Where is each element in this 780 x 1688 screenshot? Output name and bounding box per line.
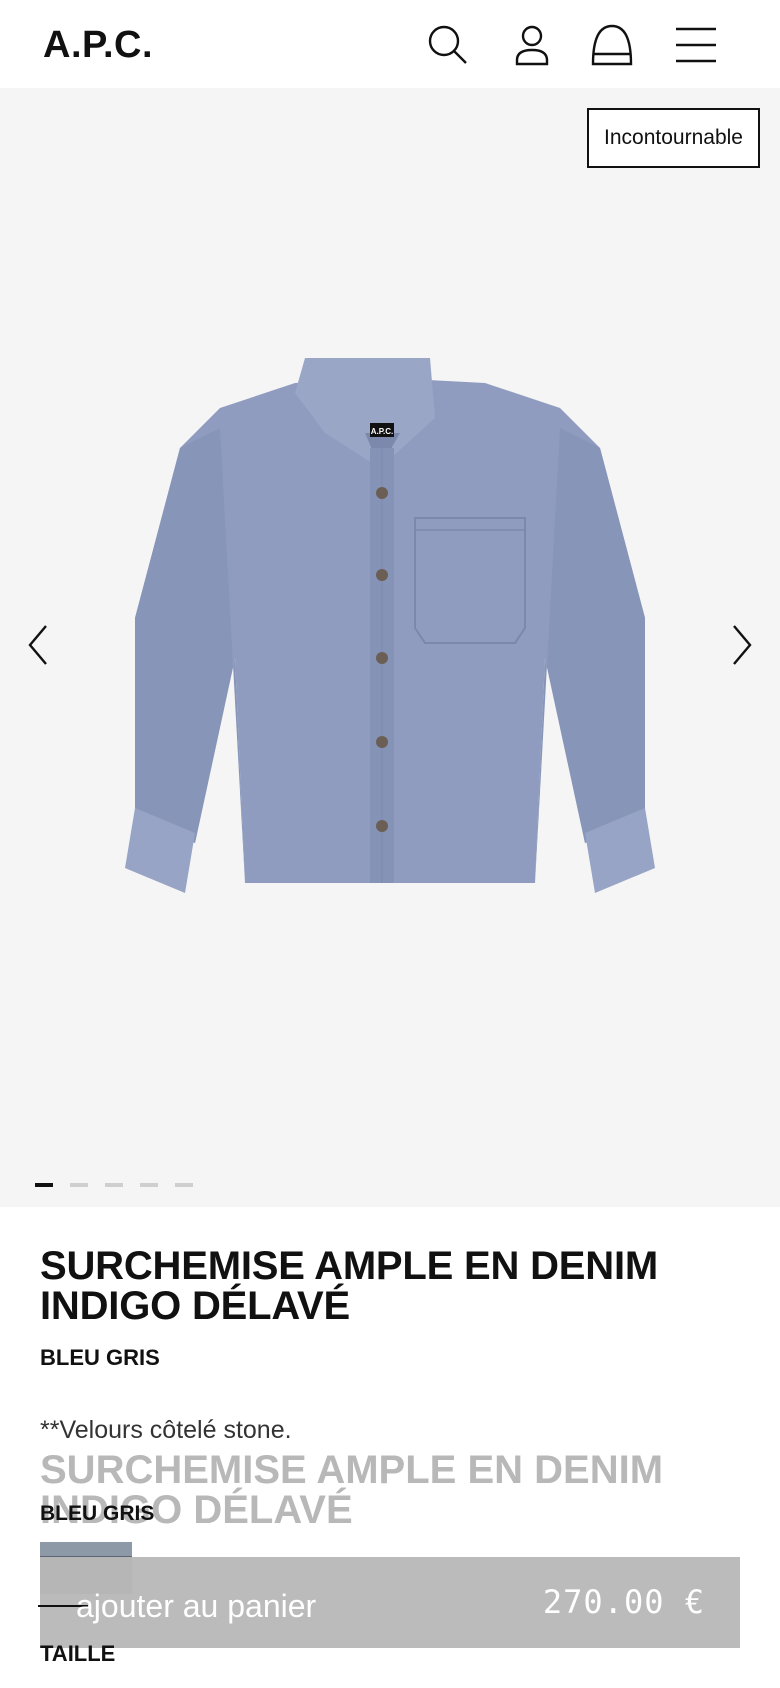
brand-logo[interactable]: A.P.C. (43, 24, 153, 67)
size-label: TAILLE (40, 1641, 116, 1666)
search-icon[interactable] (425, 22, 471, 68)
gallery-dot[interactable] (105, 1183, 123, 1187)
gallery-dot[interactable] (140, 1183, 158, 1187)
bag-icon[interactable] (589, 22, 635, 68)
site-header: A.P.C. (0, 0, 780, 88)
product-price: 270.00 € (542, 1583, 705, 1621)
chevron-right-icon[interactable] (722, 618, 762, 672)
product-description: **Velours côtelé stone. (40, 1416, 292, 1444)
product-gallery[interactable]: Incontournable A.P.C. (0, 88, 780, 1207)
shirt-label: A.P.C. (371, 427, 394, 436)
gallery-dot[interactable] (70, 1183, 88, 1187)
chevron-left-icon[interactable] (18, 618, 58, 672)
product-color-name: BLEU GRIS (40, 1345, 160, 1370)
menu-icon[interactable] (673, 22, 719, 68)
sticky-color-name: BLEU GRIS (40, 1502, 155, 1525)
shirt-image: A.P.C. (125, 358, 655, 893)
product-badge: Incontournable (587, 108, 760, 168)
product-title: SURCHEMISE AMPLE EN DENIM INDIGO DÉLAVÉ (40, 1244, 659, 1328)
gallery-pagination (35, 1183, 235, 1189)
gallery-dot[interactable] (35, 1183, 53, 1187)
gallery-dot[interactable] (175, 1183, 193, 1187)
account-icon[interactable] (509, 22, 555, 68)
add-to-cart-label[interactable]: ajouter au panier (76, 1588, 316, 1625)
